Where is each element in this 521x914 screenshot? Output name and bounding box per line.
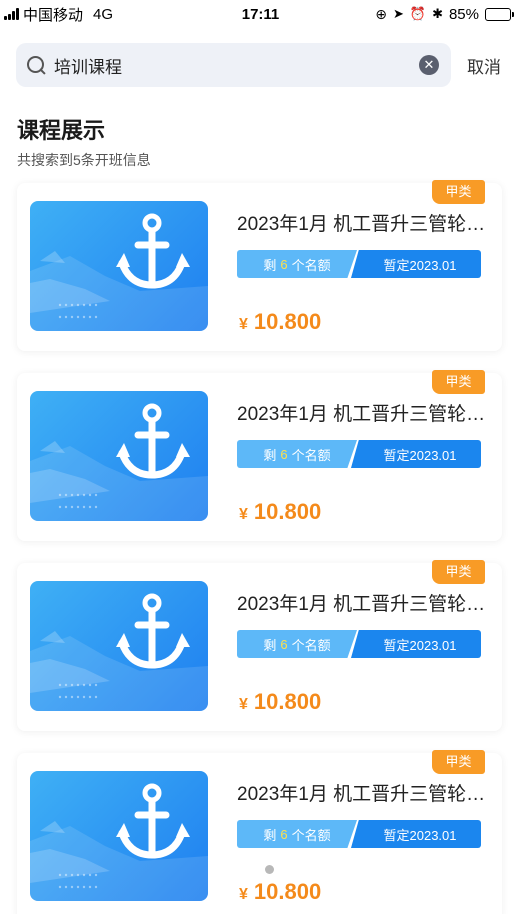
search-box[interactable]: ✕ [16,43,451,87]
battery-icon [485,7,514,21]
course-thumbnail [30,771,208,901]
scroll-indicator [265,865,274,874]
remaining-count: 6 [280,826,288,842]
remaining-count: 6 [280,636,288,652]
course-price: ¥10.800 [239,689,321,715]
anchor-icon [30,783,208,901]
course-price: ¥10.800 [239,879,321,905]
remaining-seats-badge: 剩 6 个名额 [237,440,357,468]
course-card[interactable]: 甲类 2023年1月 机工晋升三管轮（船 剩 6 个名额 暂定2023.01 ¥10… [17,560,502,731]
remaining-prefix: 剩 [263,637,277,653]
result-count: 5 [73,152,81,168]
anchor-icon [30,213,208,331]
price-amount: 10.800 [253,309,322,334]
anchor-icon [30,403,208,521]
remaining-count: 6 [280,446,288,462]
price-amount: 10.800 [253,499,322,524]
price-amount: 10.800 [253,689,322,714]
search-input[interactable] [54,55,419,75]
currency-symbol: ¥ [239,506,248,523]
remaining-prefix: 剩 [263,827,277,843]
currency-symbol: ¥ [239,696,248,713]
start-date-badge: 暂定2023.01 [351,250,481,278]
course-badges: 剩 6 个名额 暂定2023.01 [237,630,481,658]
course-thumbnail [30,581,208,711]
price-amount: 10.800 [253,879,322,904]
result-summary-suffix: 条开班信息 [80,152,151,168]
status-left: 中国移动 4G [4,4,113,25]
anchor-icon [30,593,208,711]
remaining-seats-badge: 剩 6 个名额 [237,820,357,848]
course-card[interactable]: 甲类 2023年1月 机工晋升三管轮（船 剩 6 个名额 暂定2023.01 ¥10… [17,370,502,541]
category-tag: 甲类 [432,750,485,774]
alarm-icon: ⏰ [409,6,427,21]
course-card[interactable]: 甲类 2023年1月 机工晋升三管轮（船 剩 6 个名额 暂定2023.01 ¥10… [17,180,502,351]
network-type: 4G [93,5,114,23]
lock-rotation-icon: ⊕ [375,5,387,22]
cancel-button[interactable]: 取消 [467,53,501,78]
result-summary-prefix: 共搜索到 [17,152,73,168]
course-card[interactable]: 甲类 2023年1月 机工晋升三管轮（船 剩 6 个名额 暂定2023.01 ¥10… [17,750,502,914]
location-icon: ➤ [392,6,404,21]
start-date-badge: 暂定2023.01 [351,440,481,468]
course-badges: 剩 6 个名额 暂定2023.01 [237,820,481,848]
section-title: 课程展示 [17,118,106,143]
currency-symbol: ¥ [239,316,248,333]
status-right: ⊕ ➤ ⏰ ✱ 85% [375,5,514,23]
remaining-seats-badge: 剩 6 个名额 [237,630,357,658]
currency-symbol: ¥ [239,886,248,903]
remaining-suffix: 个名额 [291,257,331,273]
course-title: 2023年1月 机工晋升三管轮（船 [237,594,492,615]
course-price: ¥10.800 [239,499,321,525]
status-bar: 中国移动 4G 17:11 ⊕ ➤ ⏰ ✱ 85% [0,0,521,28]
status-time: 17:11 [241,5,280,23]
course-thumbnail [30,391,208,521]
search-icon [26,55,46,75]
category-tag: 甲类 [432,180,485,204]
remaining-suffix: 个名额 [291,447,331,463]
start-date-badge: 暂定2023.01 [351,820,481,848]
remaining-count: 6 [280,256,288,272]
search-row: ✕ 取消 [16,43,511,87]
course-thumbnail [30,201,208,331]
carrier-name: 中国移动 [23,6,84,24]
clear-icon[interactable]: ✕ [419,55,439,75]
remaining-prefix: 剩 [263,447,277,463]
remaining-suffix: 个名额 [291,637,331,653]
start-date-badge: 暂定2023.01 [351,630,481,658]
result-summary: 共搜索到5条开班信息 [17,150,151,170]
remaining-prefix: 剩 [263,257,277,273]
course-price: ¥10.800 [239,309,321,335]
course-badges: 剩 6 个名额 暂定2023.01 [237,250,481,278]
course-title: 2023年1月 机工晋升三管轮（船 [237,214,492,235]
battery-percent: 85% [448,5,479,23]
category-tag: 甲类 [432,560,485,584]
category-tag: 甲类 [432,370,485,394]
course-title: 2023年1月 机工晋升三管轮（船 [237,784,492,805]
signal-icon [4,8,19,20]
remaining-suffix: 个名额 [291,827,331,843]
bluetooth-icon: ✱ [432,6,443,21]
course-title: 2023年1月 机工晋升三管轮（船 [237,404,492,425]
course-badges: 剩 6 个名额 暂定2023.01 [237,440,481,468]
remaining-seats-badge: 剩 6 个名额 [237,250,357,278]
